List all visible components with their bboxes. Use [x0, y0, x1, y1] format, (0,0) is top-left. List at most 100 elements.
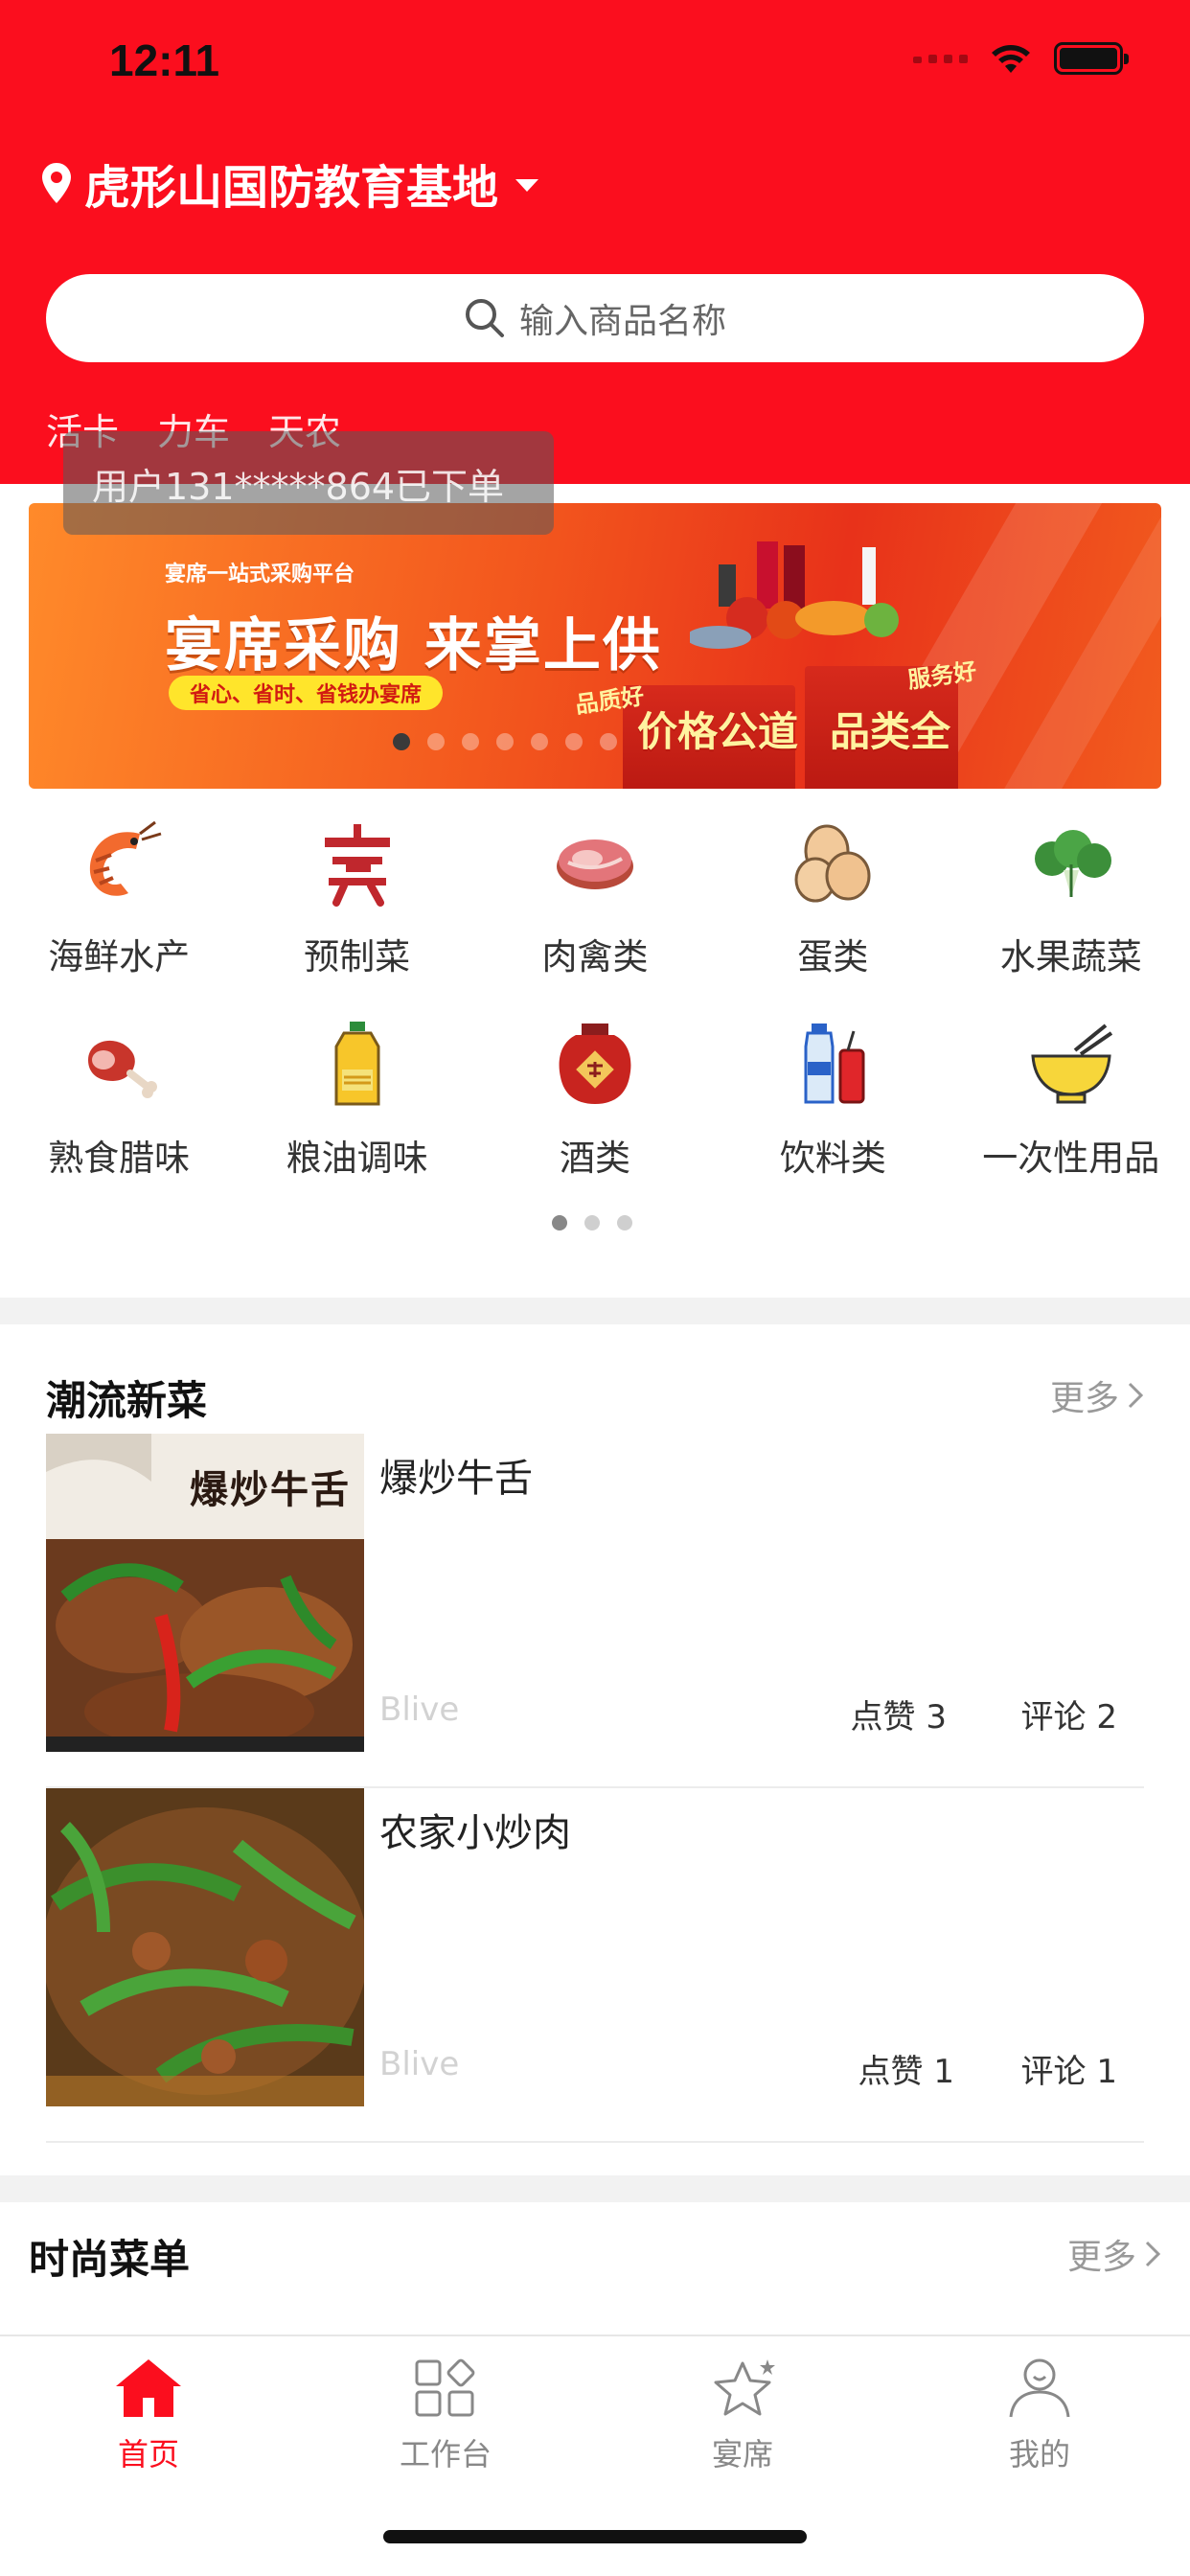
category-label: 粮油调味 [286, 1138, 428, 1179]
banner-subline: 省心、省时、省钱办宴席 [169, 676, 444, 710]
category-label: 水果蔬菜 [999, 936, 1142, 978]
order-toast: 用户131*****864已下单 [63, 431, 554, 535]
category-deli-cured[interactable]: 熟食腊味 [0, 1016, 238, 1217]
fashion-menu-title: 时尚菜单 [29, 2236, 191, 2283]
signal-icon [913, 54, 968, 63]
banner-tag-category: 品类全 [830, 708, 951, 755]
dish-card[interactable]: 爆炒牛舌 爆炒牛舌 Blive 点赞 3 评论 2 [46, 1434, 1144, 1788]
pagination-dot[interactable] [565, 733, 583, 750]
dish-likes[interactable]: 点赞 1 [858, 2045, 954, 2092]
dish-card[interactable]: 农家小炒肉 Blive 点赞 1 评论 1 [46, 1788, 1144, 2143]
header: 12:11 虎形山国防教育基地 输入商品名称 活卡 力车 天农 [0, 0, 1190, 484]
category-grid: 海鲜水产 预制菜 肉禽类 蛋类 水果蔬菜 熟食腊味 粮油调味 酒类 饮料类 一次… [0, 815, 1190, 1217]
banner-pagination [393, 733, 617, 750]
tab-workbench[interactable]: 工作台 [297, 2358, 594, 2474]
category-label: 熟食腊味 [48, 1138, 191, 1179]
more-label: 更多 [1066, 2238, 1136, 2277]
category-fruits-vegetables[interactable]: 水果蔬菜 [952, 815, 1190, 1016]
banner-platform: 宴席一站式采购平台 [165, 563, 355, 586]
disposable-bowl-icon [1031, 1024, 1112, 1104]
category-seafood[interactable]: 海鲜水产 [0, 815, 238, 1016]
category-label: 肉禽类 [541, 936, 649, 978]
pagination-dot[interactable] [427, 733, 445, 750]
home-indicator [383, 2530, 807, 2543]
dish-likes[interactable]: 点赞 3 [851, 1690, 947, 1737]
tab-profile[interactable]: 我的 [891, 2358, 1188, 2474]
star-icon [714, 2359, 775, 2416]
category-prepared[interactable]: 预制菜 [238, 815, 475, 1016]
chevron-right-icon [1145, 2241, 1161, 2267]
pagination-dot[interactable] [393, 733, 410, 750]
egg-icon [794, 824, 871, 903]
trending-more-link[interactable]: 更多 [1050, 1370, 1144, 1420]
banner-headline: 宴席采购 来掌上供 [165, 612, 662, 679]
location-pin-icon [42, 163, 71, 203]
category-alcohol[interactable]: 酒类 [476, 1016, 714, 1217]
tab-home[interactable]: 首页 [0, 2358, 297, 2474]
battery-icon [1054, 42, 1129, 75]
dish-comments[interactable]: 评论 1 [1021, 2045, 1117, 2092]
category-grain-oil[interactable]: 粮油调味 [238, 1016, 475, 1217]
category-label: 预制菜 [304, 936, 411, 978]
category-drinks[interactable]: 饮料类 [714, 1016, 951, 1217]
profile-icon [1009, 2358, 1070, 2418]
pagination-dot[interactable] [531, 733, 548, 750]
shrimp-icon [90, 820, 162, 896]
wifi-icon [992, 45, 1030, 73]
status-icons [913, 42, 1129, 75]
chevron-right-icon [1128, 1382, 1144, 1409]
status-time: 12:11 [109, 35, 220, 85]
tab-label: 工作台 [399, 2436, 492, 2472]
category-meat[interactable]: 肉禽类 [476, 815, 714, 1016]
category-label: 一次性用品 [982, 1138, 1160, 1179]
wine-jar-icon [559, 1024, 631, 1104]
pagination-dot[interactable] [462, 733, 479, 750]
promo-banner[interactable]: 宴席一站式采购平台 宴席采购 来掌上供 省心、省时、省钱办宴席 品质好 服务好 … [29, 503, 1161, 789]
category-label: 饮料类 [779, 1138, 886, 1179]
vegetable-icon [1034, 830, 1111, 897]
ham-icon [88, 1040, 158, 1098]
oil-bottle-icon [334, 1022, 380, 1106]
pagination-dot[interactable] [552, 1215, 567, 1230]
dish-author: Blive [379, 1690, 460, 1729]
banquet-character-icon [324, 824, 390, 907]
dish-photo-caption: 爆炒牛舌 [190, 1467, 351, 1512]
dish-name: 爆炒牛舌 [379, 1457, 533, 1501]
category-eggs[interactable]: 蛋类 [714, 815, 951, 1016]
dish-author: Blive [379, 2045, 460, 2083]
category-label: 酒类 [559, 1138, 630, 1179]
workbench-icon [415, 2358, 475, 2417]
category-pagination [552, 1215, 632, 1230]
pagination-dot[interactable] [600, 733, 617, 750]
section-divider [0, 1298, 1190, 1324]
more-label: 更多 [1049, 1379, 1119, 1418]
search-icon [465, 299, 504, 337]
fashion-menu-more-link[interactable]: 更多 [1067, 2229, 1161, 2279]
groceries-illustration [690, 541, 899, 649]
pagination-dot[interactable] [496, 733, 514, 750]
tab-banquet[interactable]: 宴席 [594, 2358, 891, 2474]
chevron-down-icon [515, 178, 539, 192]
search-placeholder: 输入商品名称 [518, 302, 726, 341]
location-name: 虎形山国防教育基地 [84, 161, 499, 215]
banner-tag-price: 价格公道 [637, 708, 799, 755]
home-icon [116, 2359, 181, 2417]
dish-comments[interactable]: 评论 2 [1021, 1690, 1117, 1737]
dish-name: 农家小炒肉 [379, 1811, 571, 1855]
trending-title: 潮流新菜 [46, 1377, 208, 1424]
dish-photo: 爆炒牛舌 [46, 1434, 364, 1752]
tab-label: 宴席 [711, 2436, 773, 2472]
search-bar[interactable]: 输入商品名称 [46, 274, 1144, 362]
drinks-icon [804, 1024, 865, 1104]
dish-photo [46, 1788, 364, 2106]
section-divider [0, 2175, 1190, 2202]
pagination-dot[interactable] [617, 1215, 632, 1230]
category-label: 海鲜水产 [48, 936, 191, 978]
pagination-dot[interactable] [584, 1215, 600, 1230]
meat-icon [556, 840, 633, 889]
location-selector[interactable]: 虎形山国防教育基地 [42, 150, 539, 217]
tab-label: 我的 [1008, 2436, 1070, 2472]
category-disposables[interactable]: 一次性用品 [952, 1016, 1190, 1217]
category-label: 蛋类 [797, 936, 869, 978]
tab-label: 首页 [117, 2436, 179, 2472]
